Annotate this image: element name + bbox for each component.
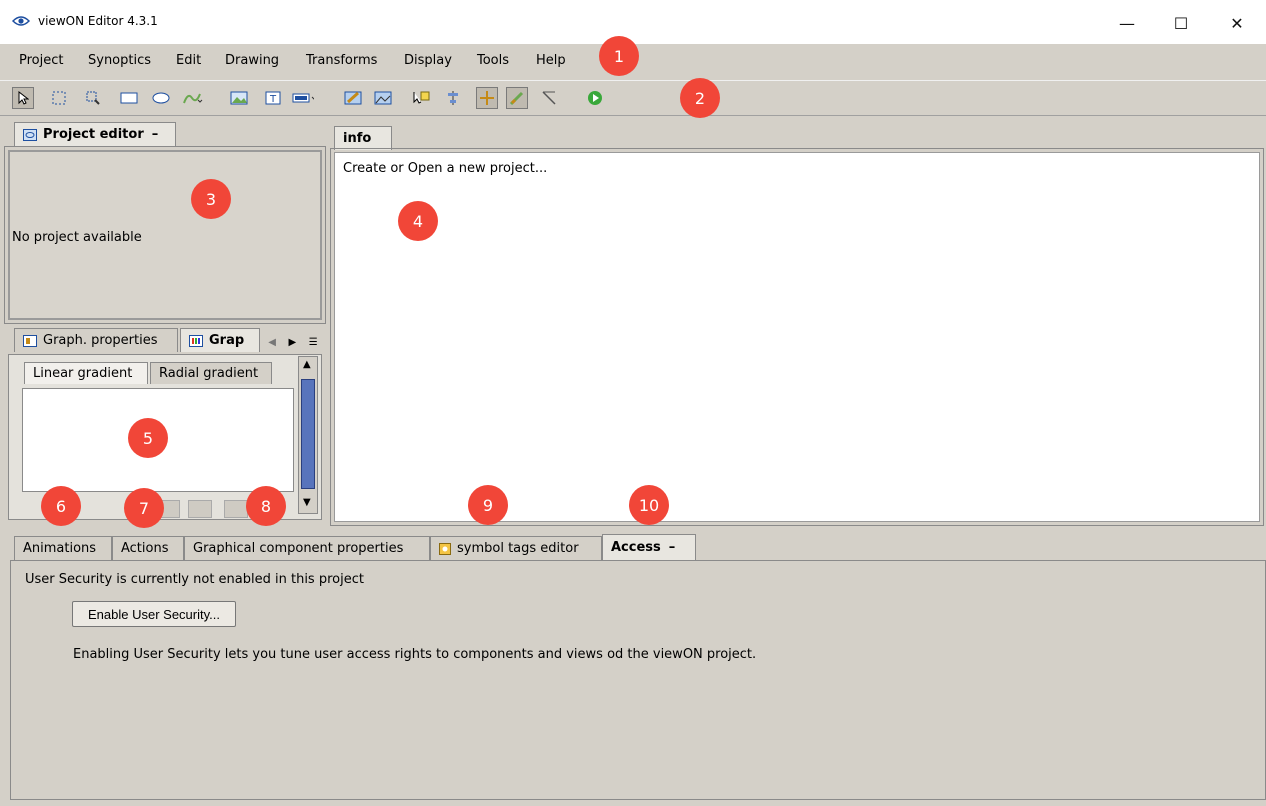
enable-user-security-button[interactable]: Enable User Security... [72, 601, 236, 627]
tab-actions-label: Actions [121, 541, 169, 556]
tab-animations-label: Animations [23, 541, 97, 556]
tab-radial-gradient-label: Radial gradient [159, 366, 259, 381]
callout-badge: 5 [128, 418, 168, 458]
svg-text:T: T [269, 94, 277, 105]
no-project-text: No project available [12, 230, 142, 245]
tab-project-editor-label: Project editor [43, 127, 144, 142]
graph-scrollbar[interactable]: ▲ ▼ [298, 356, 318, 514]
run-icon[interactable] [584, 87, 606, 109]
menu-display[interactable]: Display [404, 53, 452, 68]
tab-symbol-tags-editor[interactable]: symbol tags editor [430, 536, 602, 560]
minimize-project-editor-button[interactable]: – [152, 127, 159, 142]
tab-graph-2-label: Grap [209, 333, 245, 348]
window-title: viewON Editor 4.3.1 [38, 14, 158, 28]
tab-info-label: info [343, 131, 372, 146]
tab-actions[interactable]: Actions [112, 536, 184, 560]
tab-symbol-tags-editor-label: symbol tags editor [457, 541, 579, 556]
tab-scroll-left-icon[interactable]: ◀ [268, 337, 276, 348]
pen-icon[interactable] [506, 87, 528, 109]
tab-scroll-right-icon[interactable]: ▶ [289, 337, 297, 348]
align-icon[interactable] [442, 87, 464, 109]
title-bar: viewON Editor 4.3.1 — ☐ ✕ [0, 0, 1266, 44]
security-description-text: Enabling User Security lets you tune use… [73, 647, 757, 662]
tab-scroll-controls: ◀ ▶ ☰ [262, 333, 324, 351]
access-panel: User Security is currently not enabled i… [10, 560, 1266, 800]
tab-list-menu-icon[interactable]: ☰ [309, 337, 318, 348]
tab-graphical-component-properties-label: Graphical component properties [193, 541, 404, 556]
tab-info[interactable]: info [334, 126, 392, 150]
line-icon[interactable] [538, 87, 560, 109]
minimize-button[interactable]: — [1104, 8, 1150, 38]
toolbar: T [0, 80, 1266, 116]
menu-transforms[interactable]: Transforms [306, 53, 377, 68]
select-arrow-icon[interactable] [12, 87, 34, 109]
callout-badge: 2 [680, 78, 720, 118]
gradient-actions [150, 498, 260, 518]
tab-animations[interactable]: Animations [14, 536, 112, 560]
tab-graph-properties[interactable]: Graph. properties [14, 328, 178, 352]
menu-help[interactable]: Help [536, 53, 566, 68]
edit-image-icon[interactable] [342, 87, 364, 109]
callout-badge: 7 [124, 488, 164, 528]
callout-badge: 1 [599, 36, 639, 76]
scroll-up-icon[interactable]: ▲ [303, 359, 311, 370]
menu-project[interactable]: Project [19, 53, 63, 68]
menu-drawing[interactable]: Drawing [225, 53, 279, 68]
tab-radial-gradient[interactable]: Radial gradient [150, 362, 272, 384]
pick-icon[interactable] [410, 87, 432, 109]
symbol-tags-icon [439, 542, 451, 555]
menu-tools[interactable]: Tools [477, 53, 509, 68]
callout-badge: 6 [41, 486, 81, 526]
scroll-thumb[interactable] [301, 379, 315, 489]
info-text: Create or Open a new project... [343, 161, 548, 176]
project-editor-icon [23, 128, 37, 141]
graph-properties-icon [23, 334, 37, 347]
menu-synoptics[interactable]: Synoptics [88, 53, 151, 68]
info-body: Create or Open a new project... [334, 152, 1260, 522]
maximize-button[interactable]: ☐ [1158, 8, 1204, 38]
tab-linear-gradient-label: Linear gradient [33, 366, 133, 381]
tab-graph-2[interactable]: Grap [180, 328, 260, 352]
widget-icon[interactable] [292, 87, 314, 109]
callout-badge: 8 [246, 486, 286, 526]
curve-icon[interactable] [182, 87, 204, 109]
eye-app-icon [12, 16, 30, 26]
ellipse-icon[interactable] [150, 87, 172, 109]
project-editor-body: No project available [8, 150, 322, 320]
minimize-access-button[interactable]: – [669, 540, 676, 555]
gradient-action-button-3[interactable] [224, 500, 248, 518]
tab-graph-properties-label: Graph. properties [43, 333, 158, 348]
gradient-action-button-2[interactable] [188, 500, 212, 518]
zoom-select-icon[interactable] [82, 87, 104, 109]
rectangle-icon[interactable] [118, 87, 140, 109]
callout-badge: 9 [468, 485, 508, 525]
marquee-select-icon[interactable] [48, 87, 70, 109]
tab-access-label: Access [611, 540, 661, 555]
tab-project-editor[interactable]: Project editor – [14, 122, 176, 146]
tab-access[interactable]: Access – [602, 534, 696, 560]
guides-icon[interactable] [476, 87, 498, 109]
menu-edit[interactable]: Edit [176, 53, 201, 68]
callout-badge: 10 [629, 485, 669, 525]
tab-graphical-component-properties[interactable]: Graphical component properties [184, 536, 430, 560]
tab-linear-gradient[interactable]: Linear gradient [24, 362, 148, 384]
scroll-down-icon[interactable]: ▼ [303, 497, 311, 508]
image-props-icon[interactable] [372, 87, 394, 109]
image-icon[interactable] [228, 87, 250, 109]
callout-badge: 4 [398, 201, 438, 241]
security-status-text: User Security is currently not enabled i… [25, 572, 364, 587]
graph-palette-icon [189, 334, 203, 347]
callout-badge: 3 [191, 179, 231, 219]
close-button[interactable]: ✕ [1214, 8, 1260, 38]
text-icon[interactable]: T [262, 87, 284, 109]
